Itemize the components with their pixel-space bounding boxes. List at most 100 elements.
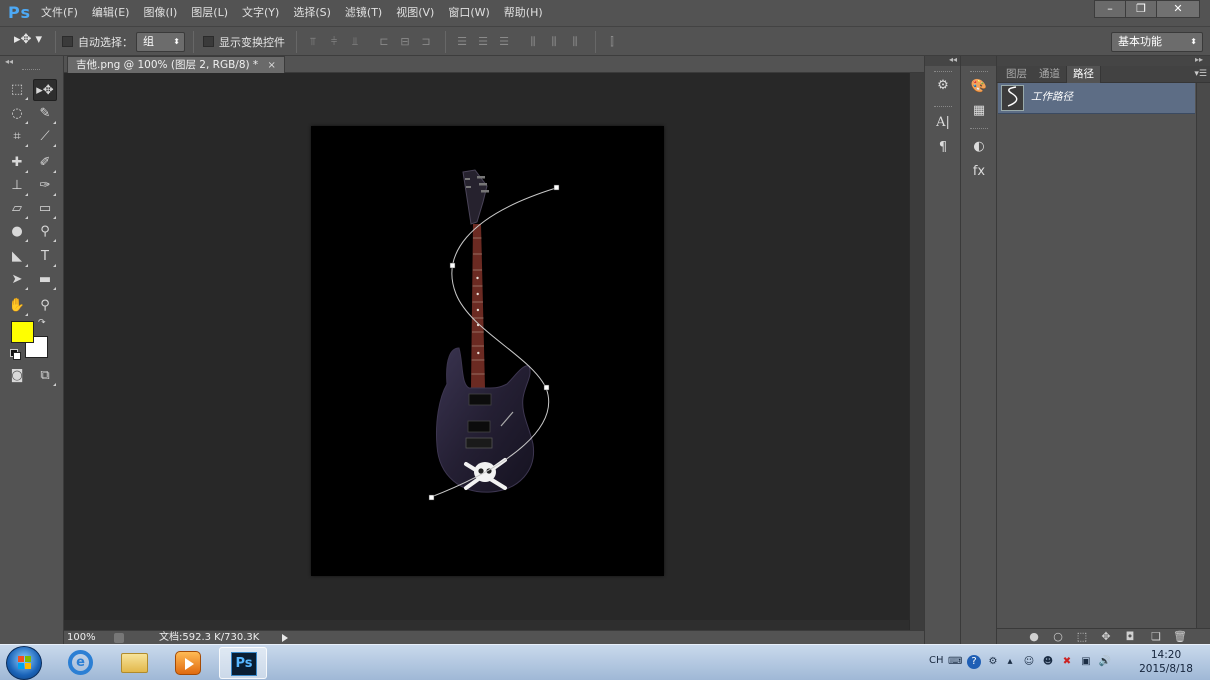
- collapse-icon[interactable]: ◂◂: [5, 57, 13, 66]
- panel-scrollbar[interactable]: [1196, 83, 1210, 628]
- keyboard-icon[interactable]: ⌨: [948, 655, 962, 669]
- menu-window[interactable]: 窗口(W): [441, 0, 496, 26]
- hand-tool-icon[interactable]: ✋: [5, 295, 29, 317]
- system-clock[interactable]: 14:20 2015/8/18: [1130, 648, 1202, 676]
- panel-grip[interactable]: [934, 106, 952, 107]
- panel-grip[interactable]: [22, 69, 40, 71]
- workspace-dropdown[interactable]: 基本功能 ⬍: [1111, 32, 1203, 52]
- auto-align-icon[interactable]: ⫿: [605, 35, 619, 48]
- quick-selection-tool-icon[interactable]: ✎: [33, 103, 57, 125]
- auto-select-checkbox[interactable]: [62, 36, 73, 47]
- delete-path-icon[interactable]: 🗑: [1173, 630, 1187, 644]
- horizontal-scrollbar[interactable]: [64, 620, 909, 630]
- security-alert-icon[interactable]: ✖: [1060, 655, 1074, 669]
- make-path-icon[interactable]: ✥: [1099, 630, 1113, 644]
- default-colors-icon[interactable]: [10, 349, 21, 360]
- help-icon[interactable]: ?: [967, 655, 981, 669]
- crop-tool-icon[interactable]: ⌗: [5, 126, 29, 148]
- distribute-top-icon[interactable]: ☰: [455, 35, 469, 48]
- distribute-hcenter-icon[interactable]: ⫼: [547, 35, 561, 48]
- taskbar-internet-explorer[interactable]: e: [56, 647, 104, 679]
- align-right-icon[interactable]: ⊐: [419, 35, 433, 48]
- document-canvas[interactable]: [311, 126, 664, 576]
- distribute-bottom-icon[interactable]: ☰: [497, 35, 511, 48]
- expand-icon[interactable]: ◂◂: [949, 55, 957, 64]
- align-left-icon[interactable]: ⊏: [377, 35, 391, 48]
- gradient-tool-icon[interactable]: ▭: [33, 198, 57, 220]
- collapse-icon[interactable]: ▸▸: [1195, 55, 1203, 64]
- blur-tool-icon[interactable]: ●: [5, 221, 29, 243]
- status-menu-arrow-icon[interactable]: [282, 634, 288, 642]
- show-hidden-icons[interactable]: ▴: [1003, 655, 1017, 669]
- eraser-tool-icon[interactable]: ▱: [5, 198, 29, 220]
- foreground-color-swatch[interactable]: [11, 321, 34, 343]
- taskbar-photoshop[interactable]: Ps: [219, 647, 267, 679]
- menu-edit[interactable]: 编辑(E): [85, 0, 137, 26]
- tab-layers[interactable]: 图层: [1000, 66, 1033, 83]
- rectangle-tool-icon[interactable]: ▬: [33, 269, 57, 291]
- eyedropper-tool-icon[interactable]: ⟋: [33, 126, 57, 148]
- stroke-path-icon[interactable]: ○: [1051, 630, 1065, 644]
- color-panel-icon[interactable]: 🎨: [970, 78, 988, 96]
- character-panel-icon[interactable]: A|: [934, 114, 952, 132]
- menu-view[interactable]: 视图(V): [389, 0, 441, 26]
- panel-grip[interactable]: [970, 71, 988, 72]
- network-icon[interactable]: ▣: [1079, 655, 1093, 669]
- menu-image[interactable]: 图像(I): [136, 0, 184, 26]
- input-language[interactable]: CH: [929, 655, 944, 666]
- swap-colors-icon[interactable]: ↷: [38, 318, 46, 328]
- paragraph-panel-icon[interactable]: ¶: [934, 139, 952, 157]
- marquee-tool-icon[interactable]: ⬚: [5, 79, 29, 101]
- canvas-area[interactable]: [64, 73, 909, 630]
- clone-stamp-tool-icon[interactable]: ⊥: [5, 175, 29, 197]
- start-button[interactable]: [6, 646, 42, 680]
- lasso-tool-icon[interactable]: ◌: [5, 103, 29, 125]
- taskbar-file-explorer[interactable]: [110, 647, 158, 679]
- align-top-icon[interactable]: ⫪: [306, 35, 320, 48]
- menu-layer[interactable]: 图层(L): [184, 0, 235, 26]
- add-mask-icon[interactable]: ◘: [1123, 630, 1137, 644]
- tab-paths[interactable]: 路径: [1066, 66, 1101, 83]
- panel-menu-icon[interactable]: ▾☰: [1194, 66, 1207, 82]
- close-button[interactable]: ✕: [1156, 0, 1200, 18]
- menu-filter[interactable]: 滤镜(T): [338, 0, 389, 26]
- taskbar-media-player[interactable]: [164, 647, 212, 679]
- dodge-tool-icon[interactable]: ⚲: [33, 221, 57, 243]
- qq-contacts-icon[interactable]: ☺: [1022, 655, 1036, 669]
- distribute-vcenter-icon[interactable]: ☰: [476, 35, 490, 48]
- restore-button[interactable]: ❐: [1125, 0, 1157, 18]
- close-tab-icon[interactable]: ×: [268, 60, 276, 71]
- fill-path-icon[interactable]: ●: [1027, 630, 1041, 644]
- auto-select-dropdown[interactable]: 组 ⬍: [136, 32, 185, 52]
- tray-settings-icon[interactable]: ⚙: [986, 655, 1000, 669]
- menu-file[interactable]: 文件(F): [34, 0, 85, 26]
- align-vcenter-icon[interactable]: ⫩: [327, 35, 341, 48]
- styles-panel-icon[interactable]: fx: [970, 163, 988, 181]
- load-selection-icon[interactable]: ⬚: [1075, 630, 1089, 644]
- healing-brush-tool-icon[interactable]: ✚: [5, 152, 29, 174]
- zoom-tool-icon[interactable]: ⚲: [33, 295, 57, 317]
- new-path-icon[interactable]: ❏: [1149, 630, 1163, 644]
- document-tab[interactable]: 吉他.png @ 100% (图层 2, RGB/8) * ×: [67, 56, 285, 73]
- vertical-scrollbar[interactable]: [909, 73, 924, 630]
- distribute-left-icon[interactable]: ⫼: [526, 35, 540, 48]
- tab-channels[interactable]: 通道: [1033, 66, 1066, 83]
- move-tool-icon[interactable]: ▸✥: [33, 79, 57, 101]
- menu-help[interactable]: 帮助(H): [497, 0, 550, 26]
- align-hcenter-icon[interactable]: ⊟: [398, 35, 412, 48]
- move-tool-preset-icon[interactable]: ▸✥ ▾: [14, 32, 54, 52]
- screen-mode-icon[interactable]: ⧉: [33, 365, 57, 387]
- history-panel-icon[interactable]: ⚙: [934, 77, 952, 95]
- path-selection-tool-icon[interactable]: ➤: [5, 269, 29, 291]
- type-tool-icon[interactable]: T: [33, 246, 57, 268]
- distribute-right-icon[interactable]: ⫼: [568, 35, 582, 48]
- minimize-button[interactable]: –: [1094, 0, 1126, 18]
- volume-icon[interactable]: 🔊: [1098, 655, 1112, 669]
- qq-icon[interactable]: ☻: [1041, 655, 1055, 669]
- show-transform-checkbox[interactable]: [203, 36, 214, 47]
- panel-grip[interactable]: [970, 128, 988, 129]
- swatches-panel-icon[interactable]: ▦: [970, 102, 988, 120]
- proof-status-icon[interactable]: [114, 633, 124, 643]
- pen-tool-icon[interactable]: ◣: [5, 246, 29, 268]
- brush-tool-icon[interactable]: ✐: [33, 152, 57, 174]
